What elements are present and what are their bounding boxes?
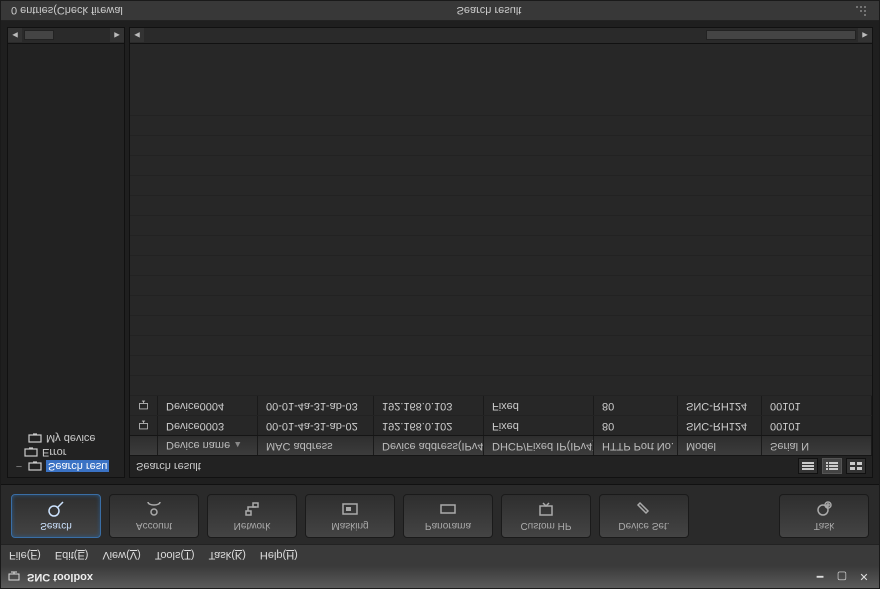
network-icon xyxy=(243,501,261,519)
cell-name: Device0003 xyxy=(158,416,258,435)
table-row[interactable]: Device0004 00-01-4a-31-ab-03 192.168.0.1… xyxy=(130,395,872,415)
scroll-thumb[interactable] xyxy=(24,31,54,41)
minimize-button[interactable]: ━ xyxy=(811,570,829,584)
cell-serial: 00101 xyxy=(762,416,872,435)
menu-edit[interactable]: Edit(E) xyxy=(55,550,89,562)
menu-task[interactable]: Task(K) xyxy=(209,550,246,562)
close-button[interactable]: ✕ xyxy=(855,570,873,584)
panorama-icon xyxy=(439,501,457,519)
cell-model: SNC-RH124 xyxy=(678,396,762,415)
toolbar-customhp-label: Custom HP xyxy=(520,521,571,532)
cell-ip: 192.168.0.102 xyxy=(374,416,484,435)
column-header-port[interactable]: HTTP Port No. xyxy=(594,436,678,455)
tree-node-error[interactable]: Error xyxy=(12,445,120,459)
grid-body[interactable]: Device0003 00-01-4a-31-ab-02 192.168.0.1… xyxy=(130,44,872,435)
toolbar-panorama-button[interactable]: Panorama xyxy=(403,494,493,538)
monitor-icon xyxy=(28,461,42,471)
monitor-icon xyxy=(28,433,42,443)
menu-bar: File(F) Edit(E) View(V) Tools(T) Task(K)… xyxy=(1,544,879,566)
main-title: Search result xyxy=(136,461,798,473)
cell-port: 80 xyxy=(594,416,678,435)
toolbar-network-label: Network xyxy=(234,521,271,532)
column-header-dhcp[interactable]: DHCP/Fixed IP(IPv4) xyxy=(484,436,594,455)
menu-help[interactable]: Help(H) xyxy=(260,550,298,562)
device-icon xyxy=(130,416,158,435)
status-entries: 0 entries(Check firewal xyxy=(11,5,123,17)
cell-dhcp: Fixed xyxy=(484,416,594,435)
sidebar-hscrollbar[interactable]: ◂ ▸ xyxy=(8,28,124,44)
column-header-name[interactable]: Device name ▲ xyxy=(158,436,258,455)
main-hscrollbar[interactable]: ◂ ▸ xyxy=(130,28,872,44)
scroll-left-arrow[interactable]: ◂ xyxy=(8,29,22,43)
cell-port: 80 xyxy=(594,396,678,415)
tree-collapse-icon: − xyxy=(14,460,24,472)
toolbar-deviceset-label: Device Set. xyxy=(618,521,669,532)
account-icon xyxy=(145,501,163,519)
tree-node-search-result[interactable]: − Search resu xyxy=(12,459,120,473)
status-center: Search result xyxy=(135,5,843,17)
scroll-right-arrow[interactable]: ▸ xyxy=(858,29,872,43)
tree-node-my-device[interactable]: My device xyxy=(12,431,120,445)
view-details-button[interactable] xyxy=(822,459,842,475)
device-icon xyxy=(130,396,158,415)
status-bar: 0 entries(Check firewal Search result xyxy=(1,1,879,21)
cell-dhcp: Fixed xyxy=(484,396,594,415)
toolbar-masking-button[interactable]: Masking xyxy=(305,494,395,538)
toolbar-search-label: Search xyxy=(40,521,72,532)
view-list-button[interactable] xyxy=(798,459,818,475)
toolbar-network-button[interactable]: Network xyxy=(207,494,297,538)
sort-asc-icon: ▲ xyxy=(233,441,242,451)
app-icon xyxy=(7,570,21,584)
cell-name: Device0004 xyxy=(158,396,258,415)
toolbar: Search Account Network Masking Panorama … xyxy=(1,484,879,544)
toolbar-account-button[interactable]: Account xyxy=(109,494,199,538)
toolbar-task-label: Task xyxy=(814,521,835,532)
cell-serial: 00101 xyxy=(762,396,872,415)
customhp-icon xyxy=(537,501,555,519)
search-icon xyxy=(47,501,65,519)
window-title: SNC toolbox xyxy=(27,571,805,583)
toolbar-account-label: Account xyxy=(136,521,172,532)
cell-model: SNC-RH124 xyxy=(678,416,762,435)
resize-gripper-icon[interactable] xyxy=(855,4,869,18)
deviceset-icon xyxy=(635,501,653,519)
menu-view[interactable]: View(V) xyxy=(102,550,140,562)
toolbar-masking-label: Masking xyxy=(331,521,368,532)
column-header-serial[interactable]: Serial N xyxy=(762,436,872,455)
scroll-right-arrow[interactable]: ▸ xyxy=(110,29,124,43)
column-header-mac[interactable]: MAC address xyxy=(258,436,374,455)
toolbar-customhp-button[interactable]: Custom HP xyxy=(501,494,591,538)
tree-label-error: Error xyxy=(42,446,66,458)
tree-label-my-device: My device xyxy=(46,432,96,444)
task-icon xyxy=(815,501,833,519)
scroll-thumb[interactable] xyxy=(706,31,856,41)
toolbar-deviceset-button[interactable]: Device Set. xyxy=(599,494,689,538)
cell-mac: 00-01-4a-31-ab-02 xyxy=(258,416,374,435)
toolbar-panorama-label: Panorama xyxy=(425,521,471,532)
toolbar-search-button[interactable]: Search xyxy=(11,494,101,538)
main-panel: Search result Device name ▲ MAC address … xyxy=(129,27,873,478)
sidebar-tree: − Search resu Error My device ◂ ▸ xyxy=(7,27,125,478)
cell-ip: 192.168.0.103 xyxy=(374,396,484,415)
cell-mac: 00-01-4a-31-ab-03 xyxy=(258,396,374,415)
maximize-button[interactable]: ▢ xyxy=(833,570,851,584)
menu-file[interactable]: File(F) xyxy=(9,550,41,562)
monitor-icon xyxy=(24,447,38,457)
menu-tools[interactable]: Tools(T) xyxy=(155,550,195,562)
column-header-icon[interactable] xyxy=(130,436,158,455)
scroll-left-arrow[interactable]: ◂ xyxy=(130,29,144,43)
tree-label-search-result: Search resu xyxy=(46,460,109,472)
view-thumbnails-button[interactable] xyxy=(846,459,866,475)
grid-header: Device name ▲ MAC address Device address… xyxy=(130,435,872,455)
column-header-ip[interactable]: Device address(IPv4) xyxy=(374,436,484,455)
toolbar-task-button[interactable]: Task xyxy=(779,494,869,538)
masking-icon xyxy=(341,501,359,519)
table-row[interactable]: Device0003 00-01-4a-31-ab-02 192.168.0.1… xyxy=(130,415,872,435)
column-header-model[interactable]: Model xyxy=(678,436,762,455)
